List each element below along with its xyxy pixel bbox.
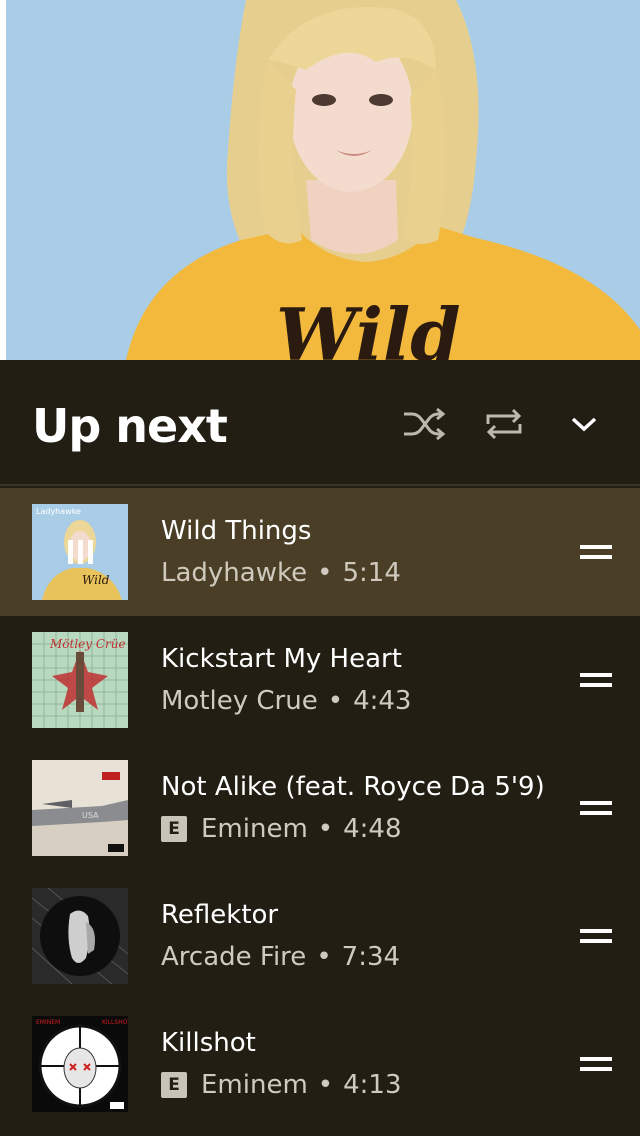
svg-text:EMINEM: EMINEM	[36, 1019, 60, 1026]
svg-text:USA: USA	[82, 811, 99, 820]
drag-handle-icon[interactable]	[580, 1057, 612, 1071]
up-next-header: Up next	[0, 360, 640, 486]
song-subtitle: E Eminem • 4:13	[161, 1068, 560, 1102]
queue-item-killshot[interactable]: EMINEM KILLSHOT Killshot E Eminem • 4:13	[0, 1000, 640, 1128]
explicit-badge: E	[161, 816, 187, 842]
drag-handle-icon[interactable]	[580, 545, 612, 559]
album-thumbnail: Ladyhawke Wild	[32, 504, 128, 600]
repeat-button[interactable]	[480, 400, 528, 448]
album-art-hero: Wild	[0, 0, 640, 360]
song-title: Not Alike (feat. Royce Da 5'9)	[161, 772, 545, 802]
artist-name: Ladyhawke	[161, 558, 308, 588]
artist-name: Eminem	[201, 1070, 308, 1100]
album-thumbnail: EMINEM KILLSHOT	[32, 1016, 128, 1112]
drag-handle-icon[interactable]	[580, 929, 612, 943]
queue-list: Ladyhawke Wild Wild Things Ladyhawke • 5…	[0, 488, 640, 1128]
song-title: Kickstart My Heart	[161, 644, 402, 674]
svg-text:Mötley Crüe: Mötley Crüe	[49, 637, 126, 651]
shuffle-icon	[404, 407, 446, 441]
album-art-image: Wild	[6, 0, 640, 360]
separator-dot: •	[317, 1070, 334, 1100]
artist-name: Motley Crue	[161, 686, 318, 716]
now-playing-screen: Wild Up next Ladyhawke Wild Wild Things …	[0, 0, 640, 1136]
song-duration: 4:48	[343, 814, 402, 844]
drag-handle-icon[interactable]	[580, 673, 612, 687]
song-title: Wild Things	[161, 516, 312, 546]
drag-handle-icon[interactable]	[580, 801, 612, 815]
queue-item-wild-things[interactable]: Ladyhawke Wild Wild Things Ladyhawke • 5…	[0, 488, 640, 616]
shuffle-button[interactable]	[400, 400, 448, 448]
song-duration: 4:13	[343, 1070, 402, 1100]
separator-dot: •	[327, 686, 344, 716]
playing-indicator-icon	[32, 504, 128, 600]
song-subtitle: Ladyhawke • 5:14	[161, 556, 560, 590]
album-thumbnail	[32, 888, 128, 984]
song-duration: 4:43	[353, 686, 412, 716]
repeat-icon	[486, 408, 522, 440]
song-duration: 5:14	[342, 558, 401, 588]
song-duration: 7:34	[341, 942, 401, 972]
shirt-print-text: Wild	[276, 292, 461, 360]
song-subtitle: E Eminem • 4:48	[161, 812, 560, 846]
song-title: Reflektor	[161, 900, 279, 930]
album-thumbnail: USA	[32, 760, 128, 856]
artist-name: Arcade Fire	[161, 942, 307, 972]
separator-dot: •	[316, 942, 332, 972]
album-thumbnail: Mötley Crüe	[32, 632, 128, 728]
queue-item-not-alike[interactable]: USA Not Alike (feat. Royce Da 5'9) E Emi…	[0, 744, 640, 872]
chevron-down-icon	[571, 417, 597, 432]
svg-text:KILLSHOT: KILLSHOT	[102, 1019, 128, 1026]
up-next-title: Up next	[32, 399, 228, 453]
song-title: Killshot	[161, 1028, 256, 1058]
artist-name: Eminem	[201, 814, 308, 844]
explicit-badge: E	[161, 1072, 187, 1098]
separator-dot: •	[317, 558, 333, 588]
song-subtitle: Arcade Fire • 7:34	[161, 940, 560, 974]
queue-item-kickstart-my-heart[interactable]: Mötley Crüe Kickstart My Heart Motley Cr…	[0, 616, 640, 744]
song-subtitle: Motley Crue • 4:43	[161, 684, 560, 718]
separator-dot: •	[317, 814, 334, 844]
queue-item-reflektor[interactable]: Reflektor Arcade Fire • 7:34	[0, 872, 640, 1000]
collapse-button[interactable]	[560, 400, 608, 448]
